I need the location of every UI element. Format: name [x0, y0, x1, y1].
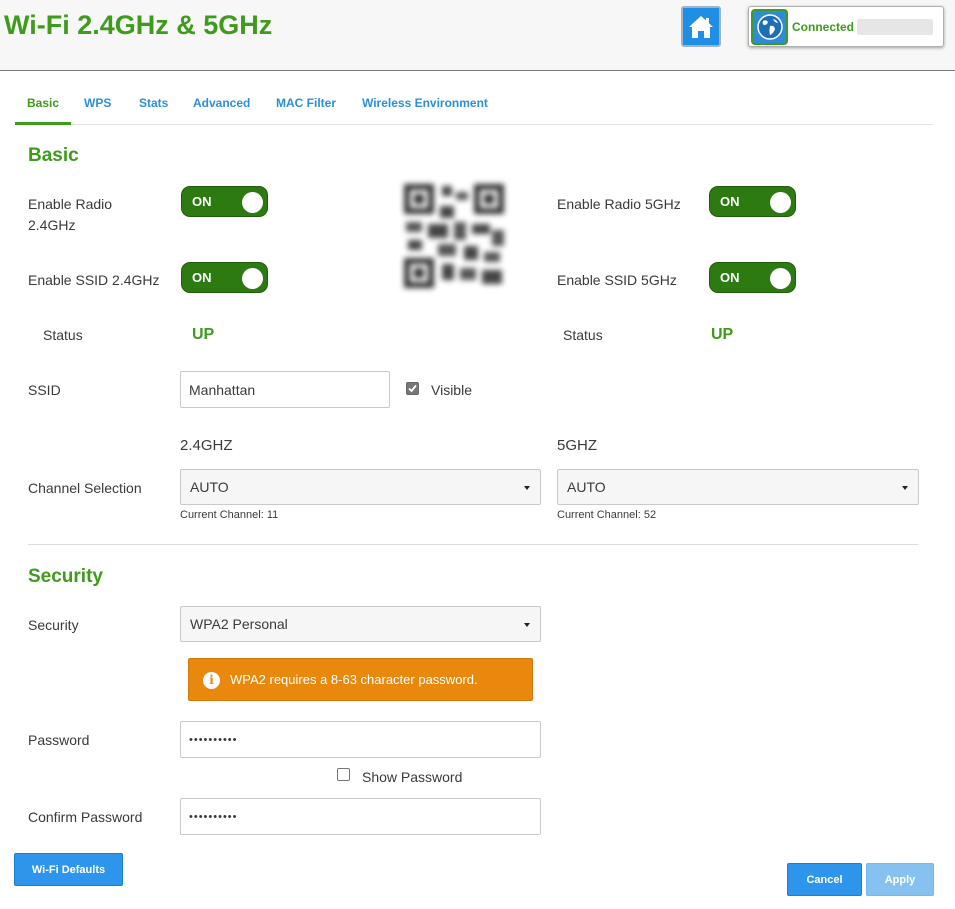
- toggle-state-text: ON: [720, 194, 740, 209]
- tab-mac-filter[interactable]: MAC Filter: [276, 96, 336, 110]
- enable-radio-5-label: Enable Radio 5GHz: [557, 196, 681, 212]
- enable-radio-5-toggle[interactable]: ON: [709, 186, 796, 217]
- visible-checkbox[interactable]: [406, 382, 419, 395]
- security-section-title: Security: [28, 566, 103, 587]
- toggle-knob: [242, 268, 263, 289]
- tab-bar: Basic WPS Stats Advanced MAC Filter Wire…: [15, 84, 933, 125]
- globe-button[interactable]: [751, 9, 788, 45]
- ssid-input[interactable]: Manhattan: [180, 371, 390, 408]
- toggle-state-text: ON: [192, 194, 212, 209]
- enable-ssid-24-toggle[interactable]: ON: [181, 262, 268, 293]
- enable-ssid-5-label: Enable SSID 5GHz: [557, 272, 677, 288]
- tab-basic[interactable]: Basic: [27, 96, 59, 110]
- alert-message: WPA2 requires a 8-63 character password.: [230, 672, 478, 687]
- security-label: Security: [28, 617, 79, 633]
- enable-ssid-24-label: Enable SSID 2.4GHz: [28, 272, 160, 288]
- tab-advanced[interactable]: Advanced: [193, 96, 250, 110]
- chevron-down-icon: [902, 486, 908, 490]
- status-24-value: UP: [192, 326, 215, 343]
- apply-button[interactable]: Apply: [866, 863, 934, 896]
- home-icon: [689, 15, 713, 38]
- show-password-checkbox[interactable]: [337, 768, 350, 781]
- globe-icon: [756, 14, 783, 40]
- status-24-label: Status: [43, 327, 83, 343]
- password-requirement-alert: i WPA2 requires a 8-63 character passwor…: [188, 658, 533, 701]
- connection-status-widget[interactable]: Connected: [748, 6, 944, 47]
- ssid-label: SSID: [28, 382, 61, 398]
- toggle-knob: [770, 268, 791, 289]
- enable-radio-24-label-line1: Enable Radio: [28, 196, 113, 212]
- channel-selection-label: Channel Selection: [28, 480, 142, 496]
- enable-radio-24-label-line2: 2.4GHz: [28, 217, 76, 233]
- qr-code-image: [398, 178, 510, 294]
- chevron-down-icon: [524, 623, 530, 627]
- password-label: Password: [28, 732, 90, 748]
- basic-section-title: Basic: [28, 145, 79, 166]
- checkmark-icon: [408, 384, 417, 393]
- active-tab-indicator: [15, 122, 71, 125]
- info-icon: i: [203, 672, 220, 689]
- toggle-knob: [242, 192, 263, 213]
- home-button[interactable]: [681, 6, 721, 47]
- enable-radio-24-toggle[interactable]: ON: [181, 186, 268, 217]
- visible-label: Visible: [431, 382, 472, 398]
- cancel-button[interactable]: Cancel: [787, 863, 862, 896]
- toggle-knob: [770, 192, 791, 213]
- status-5-value: UP: [711, 326, 734, 343]
- toggle-state-text: ON: [720, 270, 740, 285]
- status-5-label: Status: [563, 327, 603, 343]
- current-channel-5: Current Channel: 52: [557, 509, 657, 521]
- confirm-password-label: Confirm Password: [28, 809, 143, 825]
- tab-stats[interactable]: Stats: [139, 96, 168, 110]
- current-channel-24: Current Channel: 11: [180, 509, 279, 521]
- channel-5-select[interactable]: AUTO: [557, 469, 919, 505]
- confirm-password-input[interactable]: ••••••••••: [180, 798, 541, 835]
- redacted-device-name: [857, 19, 933, 35]
- tab-wps[interactable]: WPS: [84, 96, 111, 110]
- chevron-down-icon: [524, 486, 530, 490]
- page-header: Wi-Fi 2.4GHz & 5GHz Connected: [0, 0, 955, 71]
- wifi-defaults-button[interactable]: Wi-Fi Defaults: [14, 853, 123, 886]
- security-selected-value: WPA2 Personal: [190, 616, 288, 632]
- channel-5-selected-value: AUTO: [567, 479, 606, 495]
- enable-ssid-5-toggle[interactable]: ON: [709, 262, 796, 293]
- tab-wireless-environment[interactable]: Wireless Environment: [362, 96, 488, 110]
- security-select[interactable]: WPA2 Personal: [180, 606, 541, 642]
- channel-24-select[interactable]: AUTO: [180, 469, 541, 505]
- page-title: Wi-Fi 2.4GHz & 5GHz: [4, 10, 273, 40]
- enable-radio-24-label: Enable Radio 2.4GHz: [28, 194, 112, 236]
- band-5-heading: 5GHZ: [557, 437, 598, 454]
- connection-status-text: Connected: [792, 20, 855, 34]
- password-input[interactable]: ••••••••••: [180, 721, 541, 758]
- show-password-label: Show Password: [362, 769, 463, 785]
- toggle-state-text: ON: [192, 270, 212, 285]
- channel-24-selected-value: AUTO: [190, 479, 229, 495]
- band-24-heading: 2.4GHZ: [180, 437, 233, 454]
- section-divider: [28, 544, 918, 545]
